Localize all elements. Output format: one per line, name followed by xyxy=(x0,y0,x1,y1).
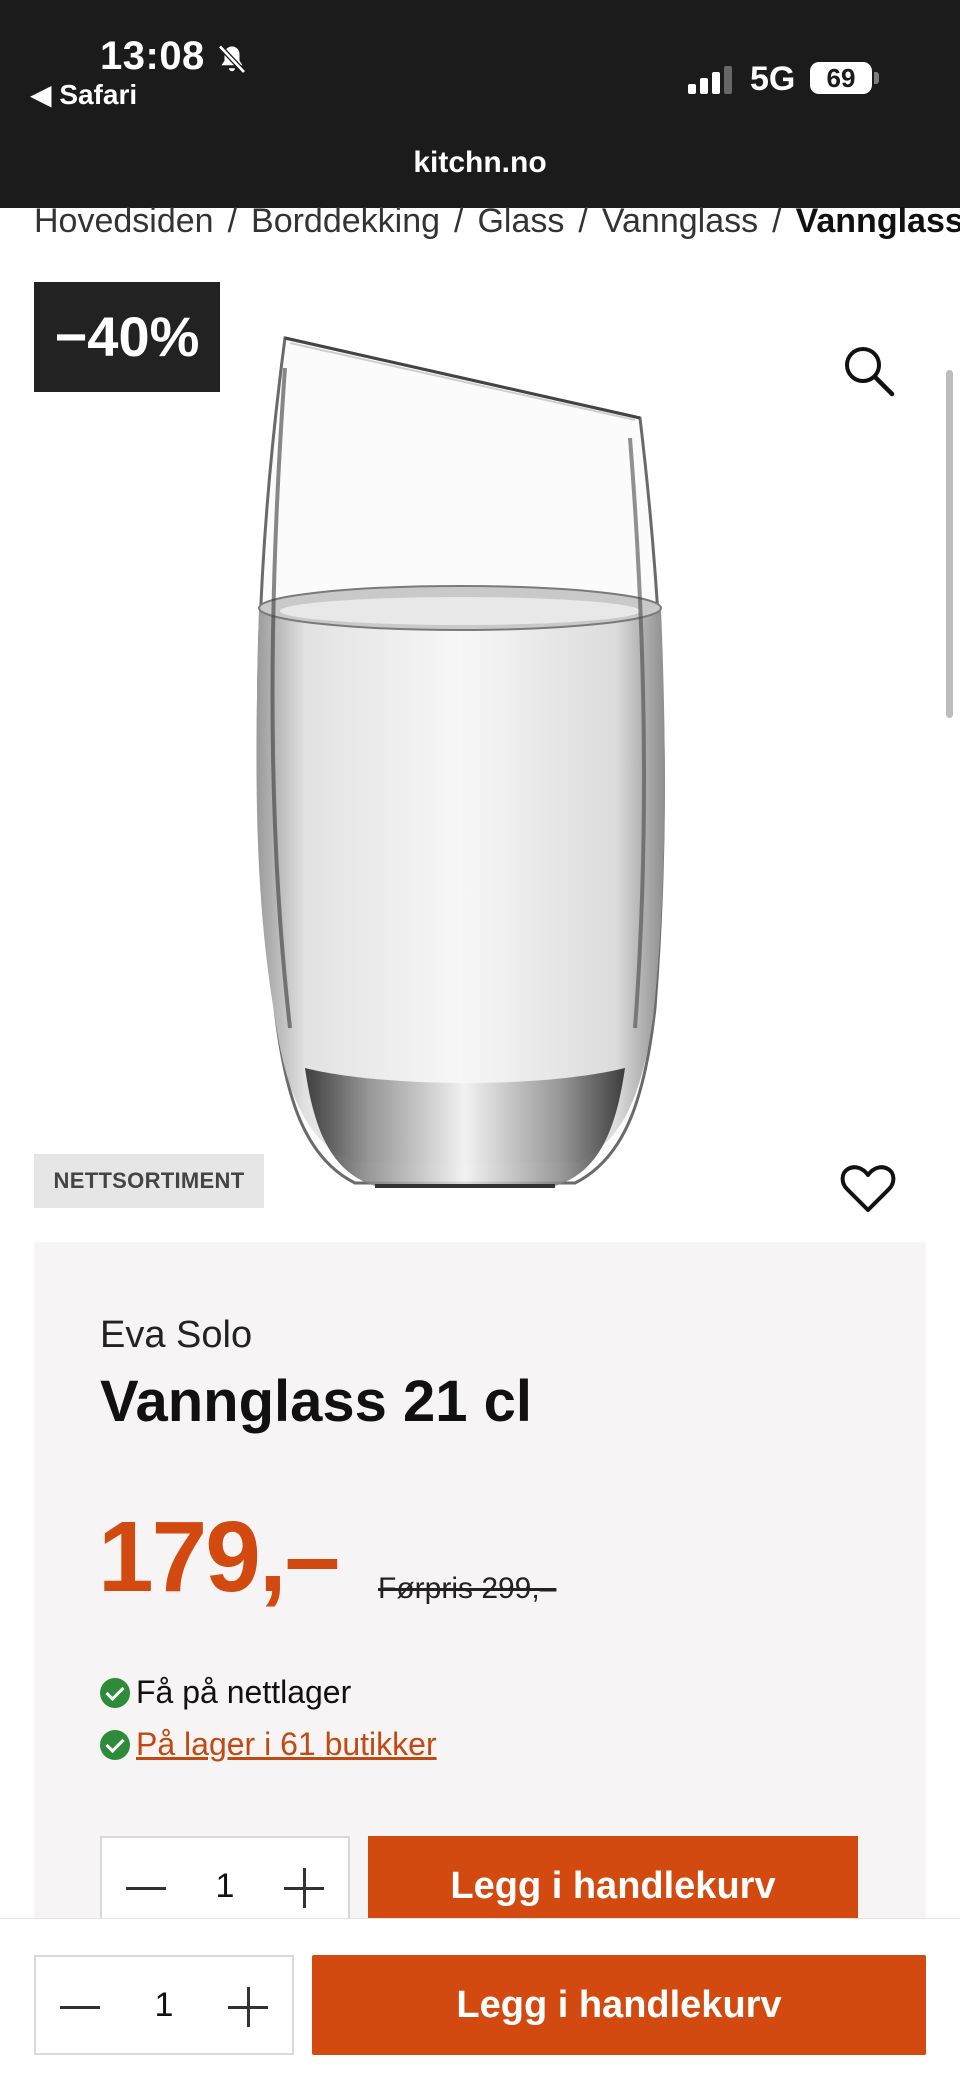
minus-icon[interactable] xyxy=(60,1987,100,2027)
product-price: 179,– xyxy=(98,1501,340,1613)
product-tag: NETTSORTIMENT xyxy=(34,1154,264,1208)
network-type: 5G xyxy=(750,60,796,98)
breadcrumb-item-borddekking[interactable]: Borddekking xyxy=(251,202,440,241)
breadcrumb-separator: / xyxy=(578,202,588,240)
add-to-cart-button[interactable]: Legg i handlekurv xyxy=(368,1836,858,1918)
plus-icon[interactable] xyxy=(284,1868,324,1908)
product-info-card: Eva Solo Vannglass 21 cl 179,– Førpris 2… xyxy=(34,1242,926,1918)
product-title: Vannglass 21 cl xyxy=(100,1369,533,1434)
breadcrumb: Hovedsiden / Borddekking / Glass / Vannglass / V… xyxy=(34,202,960,254)
bell-muted-icon xyxy=(218,44,246,74)
sticky-add-to-cart-button[interactable]: Legg i handlekurv xyxy=(312,1955,926,2055)
breadcrumb-separator: / xyxy=(227,202,238,240)
breadcrumb-separator: / xyxy=(772,202,782,240)
breadcrumb-item-vannglass[interactable]: Vannglass xyxy=(602,202,758,241)
stock-stores-label[interactable]: På lager i 61 butikker xyxy=(136,1726,437,1763)
back-to-safari[interactable]: ◀ Safari xyxy=(30,78,137,111)
stock-stores-link[interactable]: På lager i 61 butikker xyxy=(100,1726,437,1763)
check-circle-icon xyxy=(100,1729,130,1760)
search-icon[interactable] xyxy=(840,342,896,398)
breadcrumb-separator: / xyxy=(454,202,464,240)
clock: 13:08 xyxy=(100,34,205,78)
breadcrumb-current: Vannglass xyxy=(795,202,960,240)
signal-icon xyxy=(688,66,732,94)
sticky-cart-bar: 1 Legg i handlekurv xyxy=(0,1918,960,2087)
plus-icon[interactable] xyxy=(228,1987,268,2027)
product-image[interactable] xyxy=(245,328,675,1198)
image-scrollbar[interactable] xyxy=(946,370,953,718)
url-bar[interactable]: kitchn.no xyxy=(0,146,960,180)
sticky-quantity-stepper: 1 xyxy=(34,1955,294,2055)
breadcrumb-item-glass[interactable]: Glass xyxy=(477,202,564,241)
minus-icon[interactable] xyxy=(126,1868,166,1908)
product-brand[interactable]: Eva Solo xyxy=(100,1314,252,1357)
old-price: Førpris 299,– xyxy=(378,1572,557,1605)
quantity-stepper: 1 xyxy=(100,1836,350,1918)
status-bar: 13:08 ◀ Safari 5G 69 kitchn.no xyxy=(0,0,960,208)
breadcrumb-item-home[interactable]: Hovedsiden xyxy=(34,202,214,241)
discount-badge: −40% xyxy=(34,282,220,392)
stock-online: Få på nettlager xyxy=(100,1674,351,1711)
battery-tip xyxy=(874,72,879,84)
stock-online-label: Få på nettlager xyxy=(136,1674,352,1710)
heart-icon[interactable] xyxy=(840,1164,896,1214)
battery-icon: 69 xyxy=(810,62,872,94)
check-circle-icon xyxy=(100,1677,130,1708)
